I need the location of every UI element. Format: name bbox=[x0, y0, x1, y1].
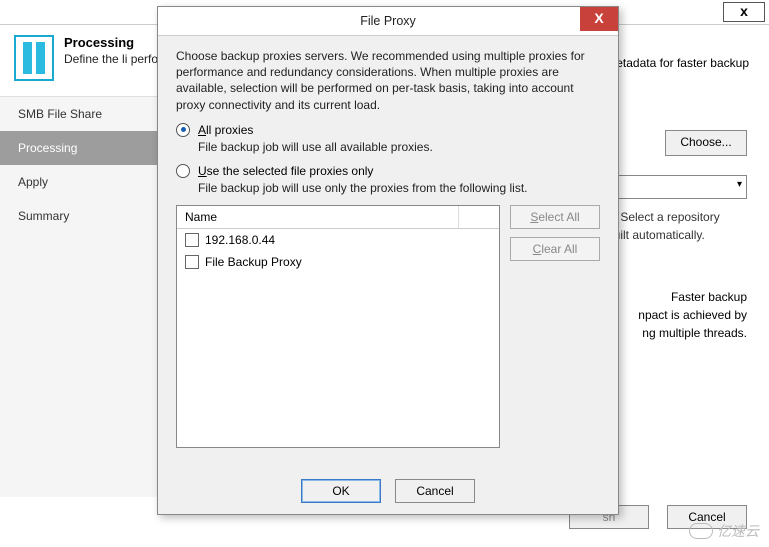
wizard-step-list: SMB File Share Processing Apply Summary bbox=[0, 96, 170, 497]
radio-all-label: All proxies bbox=[198, 123, 253, 137]
proxy-item[interactable]: File Backup Proxy bbox=[177, 251, 499, 273]
wizard-step-processing[interactable]: Processing bbox=[0, 131, 170, 165]
checkbox-icon[interactable] bbox=[185, 255, 199, 269]
dialog-description: Choose backup proxies servers. We recomm… bbox=[176, 48, 600, 113]
dialog-close-button[interactable]: X bbox=[580, 7, 618, 31]
radio-icon bbox=[176, 164, 190, 178]
radio-selected-subtext: File backup job will use only the proxie… bbox=[198, 181, 600, 195]
dialog-footer: OK Cancel bbox=[158, 468, 618, 514]
clear-all-button[interactable]: Clear All bbox=[510, 237, 600, 261]
select-all-button[interactable]: Select All bbox=[510, 205, 600, 229]
dialog-title: File Proxy bbox=[360, 14, 416, 28]
radio-icon bbox=[176, 123, 190, 137]
proxy-side-buttons: Select All Clear All bbox=[510, 205, 600, 448]
proxy-item[interactable]: 192.168.0.44 bbox=[177, 229, 499, 251]
radio-all-proxies[interactable]: All proxies bbox=[176, 123, 600, 137]
faster-backup-text: Faster backup npact is achieved by ng mu… bbox=[607, 290, 747, 344]
proxy-list[interactable]: Name 192.168.0.44 File Backup Proxy bbox=[176, 205, 500, 448]
ok-button[interactable]: OK bbox=[301, 479, 381, 503]
radio-all-subtext: File backup job will use all available p… bbox=[198, 140, 600, 154]
repository-hint: d. Select a repository built automatical… bbox=[607, 210, 747, 246]
wizard-step-summary[interactable]: Summary bbox=[0, 199, 170, 233]
file-proxy-dialog: File Proxy X Choose backup proxies serve… bbox=[157, 6, 619, 515]
wizard-header-tail: etadata for faster backup bbox=[616, 56, 749, 70]
repository-combobox[interactable] bbox=[615, 175, 747, 199]
proxy-list-header[interactable]: Name bbox=[177, 206, 499, 229]
cancel-button[interactable]: Cancel bbox=[395, 479, 475, 503]
wizard-close-button[interactable]: x bbox=[723, 2, 765, 22]
wizard-step-apply[interactable]: Apply bbox=[0, 165, 170, 199]
checkbox-icon[interactable] bbox=[185, 233, 199, 247]
wizard-step-smb[interactable]: SMB File Share bbox=[0, 97, 170, 131]
choose-button[interactable]: Choose... bbox=[665, 130, 747, 156]
proxy-area: Name 192.168.0.44 File Backup Proxy Sele… bbox=[176, 205, 600, 448]
dialog-body: Choose backup proxies servers. We recomm… bbox=[158, 36, 618, 468]
watermark: 亿速云 bbox=[689, 521, 759, 541]
processing-icon bbox=[14, 35, 54, 81]
dialog-titlebar: File Proxy X bbox=[158, 7, 618, 36]
cloud-icon bbox=[689, 523, 713, 539]
proxy-item-label: File Backup Proxy bbox=[205, 255, 302, 269]
watermark-text: 亿速云 bbox=[717, 521, 759, 541]
radio-selected-label: Use the selected file proxies only bbox=[198, 164, 373, 178]
proxy-item-label: 192.168.0.44 bbox=[205, 233, 275, 247]
radio-selected-proxies[interactable]: Use the selected file proxies only bbox=[176, 164, 600, 178]
